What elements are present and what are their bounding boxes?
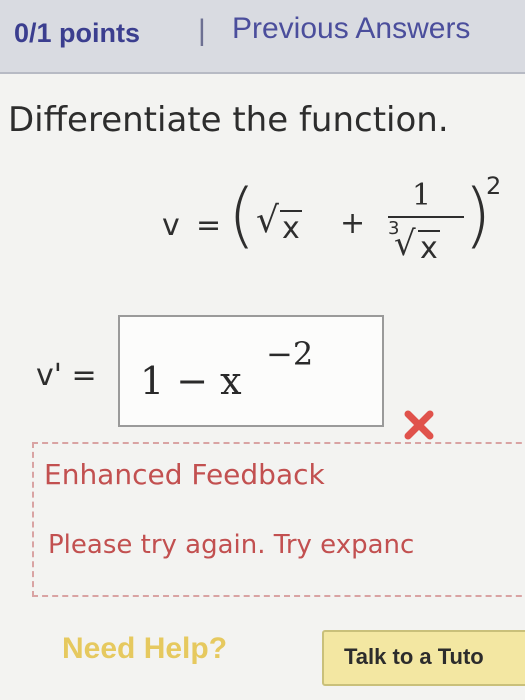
answer-label: v' = (36, 358, 97, 393)
feedback-title: Enhanced Feedback (44, 458, 325, 491)
talk-to-tutor-label: Talk to a Tuto (344, 644, 484, 669)
feedback-message: Please try again. Try expanc (48, 530, 415, 560)
function-formula: v = ( √ x + 1 3 √ x ) 2 (162, 172, 522, 278)
formula-plus: + (340, 206, 366, 241)
webassign-question-panel: 0/1 points | Previous Answers Differenti… (0, 0, 525, 700)
enhanced-feedback-panel: Enhanced Feedback Please try again. Try … (32, 442, 525, 597)
answer-input[interactable]: 1 − x −2 (118, 315, 384, 427)
cube-root-symbol: √ (394, 224, 416, 264)
question-prompt: Differentiate the function. (8, 100, 449, 140)
header-separator: | (198, 14, 206, 47)
sqrt-symbol: √ (256, 200, 279, 241)
points-score: 0/1 points (14, 18, 141, 48)
cube-root-argument: x (418, 230, 440, 266)
formula-left-paren: ( (228, 174, 256, 256)
answer-exponent: −2 (266, 335, 314, 373)
formula-equals: = (196, 208, 222, 243)
formula-lhs: v (162, 208, 180, 243)
answer-value: 1 − x (140, 359, 242, 403)
need-help-label: Need Help? (62, 632, 228, 665)
sqrt-argument: x (280, 210, 302, 246)
previous-answers-link[interactable]: Previous Answers (232, 12, 470, 46)
fraction-numerator: 1 (412, 178, 432, 213)
talk-to-tutor-button[interactable]: Talk to a Tuto (322, 630, 525, 686)
question-header: 0/1 points | Previous Answers (0, 0, 525, 74)
formula-exponent: 2 (486, 172, 502, 200)
wrong-x-icon (404, 410, 434, 440)
